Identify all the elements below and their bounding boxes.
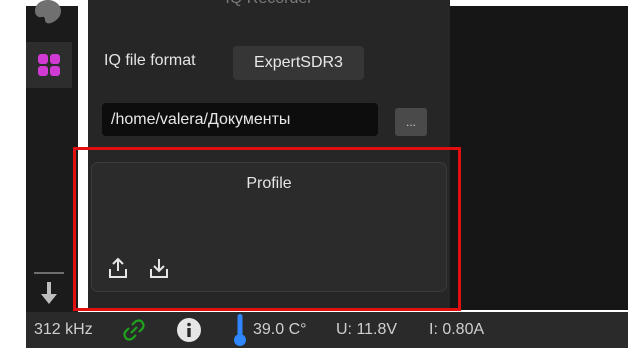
- temperature-readout: 39.0 C°: [253, 321, 307, 338]
- profile-title: Profile: [246, 175, 292, 192]
- palette-icon[interactable]: [33, 0, 63, 26]
- sidebar-divider: [34, 272, 64, 274]
- download-arrow-icon[interactable]: [36, 278, 62, 308]
- grid-square: [38, 66, 48, 76]
- download-icon[interactable]: [147, 256, 171, 280]
- browse-button[interactable]: ...: [395, 108, 427, 136]
- current-readout: I: 0.80A: [429, 321, 485, 338]
- link-icon[interactable]: [122, 318, 146, 342]
- format-select-button[interactable]: ExpertSDR3: [233, 46, 364, 80]
- spectrum-area: [450, 6, 628, 310]
- panel-title: IQ Recorder: [88, 0, 450, 8]
- frequency-readout: 312 kHz: [34, 321, 93, 338]
- apps-grid-button[interactable]: [26, 42, 72, 88]
- info-icon[interactable]: [176, 317, 202, 343]
- grid-square: [50, 54, 60, 64]
- format-label: IQ file format: [104, 52, 196, 69]
- profile-card: Profile: [91, 162, 447, 292]
- grid-square: [38, 54, 48, 64]
- grid-square: [50, 66, 60, 76]
- sidebar: [26, 0, 78, 312]
- outer-margin: [0, 0, 26, 353]
- upload-icon[interactable]: [106, 256, 130, 280]
- bottom-margin: [0, 348, 631, 353]
- path-field[interactable]: /home/valera/Документы: [102, 103, 378, 136]
- iq-recorder-panel: IQ Recorder IQ file format ExpertSDR3 /h…: [88, 0, 450, 310]
- app-window: IQ Recorder IQ file format ExpertSDR3 /h…: [0, 0, 631, 353]
- thermometer-icon: [234, 314, 246, 346]
- status-bar: 312 kHz 39.0 C° U: 11.8V I: 0.80A: [26, 312, 628, 348]
- voltage-readout: U: 11.8V: [336, 321, 398, 338]
